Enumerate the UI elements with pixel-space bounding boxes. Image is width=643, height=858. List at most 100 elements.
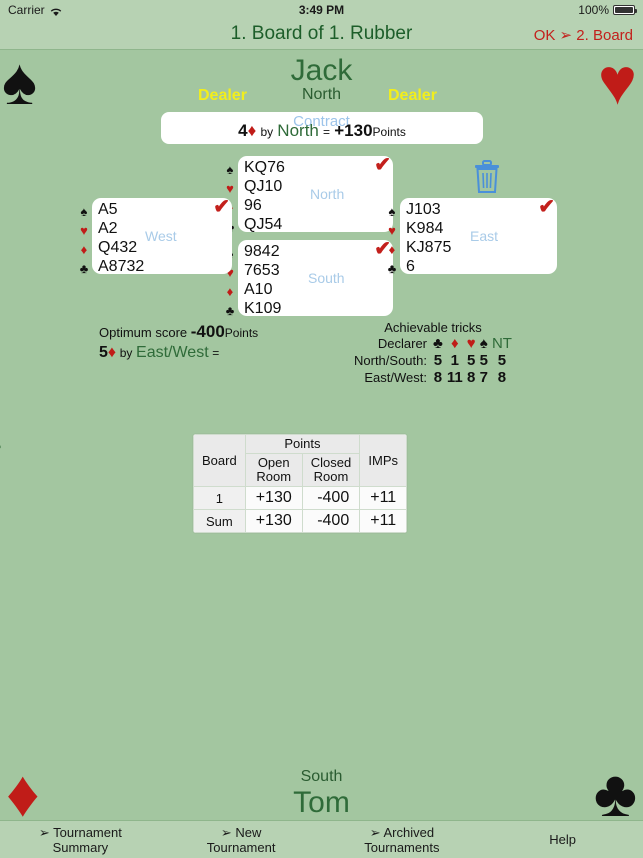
club-icon: ♣: [433, 335, 443, 352]
diamond-icon: ♦: [226, 284, 234, 299]
achievable-tricks-title: Achievable tricks: [384, 320, 482, 335]
club-icon: ♣: [79, 261, 89, 276]
contract-text: 4♦ by North = +130Points: [161, 121, 483, 141]
archived-tournaments-button[interactable]: ➢ Archived Tournaments: [322, 821, 483, 858]
table-row: 1 +130 -400 +11: [193, 486, 408, 510]
declarer-label: Declarer: [377, 336, 427, 351]
ew-spades-tricks: 7: [479, 369, 488, 386]
south-player-name[interactable]: Tom: [0, 786, 643, 820]
contract-suit-icon: ♦: [247, 121, 257, 140]
dealer-label-left: Dealer: [198, 87, 247, 104]
hand-east[interactable]: ♠ ♥ ♦ ♣ J103 K984 KJ875 6 East ✔: [388, 196, 557, 276]
row-board-1: 1: [193, 486, 246, 510]
help-button[interactable]: Help: [482, 821, 643, 858]
col-header-board: Board: [193, 434, 246, 487]
hand-east-tag: East: [470, 228, 499, 244]
optimum-score: Optimum score -400Points 5♦ by East/West…: [99, 322, 258, 362]
hand-south-spades: 9842: [244, 243, 280, 260]
heart-icon: ♥: [466, 335, 476, 352]
west-player[interactable]: West Laura: [0, 405, 6, 512]
col-header-points: Points: [244, 434, 361, 454]
col-header-closed-room: Closed Room: [301, 453, 361, 487]
hand-west-suit-icons: ♠ ♥ ♦ ♣: [76, 202, 92, 278]
hand-north-tag: North: [310, 186, 345, 202]
points-table-grid: Board Points IMPs Open Room Closed Room: [193, 434, 408, 533]
hand-south-cards: 9842 7653 A10 K109: [244, 242, 281, 318]
ns-clubs-tricks: 5: [433, 352, 443, 369]
open-room-l1: Open: [257, 455, 290, 470]
spade-icon: ♠: [80, 204, 88, 219]
optimum-suit-icon: ♦: [107, 344, 117, 361]
col-header-imps: IMPs: [359, 434, 408, 487]
hand-north-spades: KQ76: [244, 159, 285, 176]
diamond-icon: ♦: [450, 335, 459, 352]
hand-south-clubs: K109: [244, 300, 282, 317]
optimum-by-label: by: [119, 346, 133, 360]
hand-east-spades: J103: [406, 201, 441, 218]
optimum-score-row: Optimum score -400Points: [99, 322, 258, 342]
hand-north-hearts: QJ10: [244, 178, 283, 195]
navigation-bar: 1. Board of 1. Rubber OK ➢ 2. Board: [0, 20, 643, 50]
optimum-score-label: Optimum score: [99, 325, 188, 340]
heart-icon: ♥: [388, 223, 396, 238]
archived-tournaments-line1: ➢ Archived: [369, 824, 435, 840]
tournament-summary-button[interactable]: ➢ Tournament Summary: [0, 821, 161, 858]
spade-icon: ♠: [479, 335, 488, 352]
ew-nt-tricks: 8: [497, 369, 507, 386]
contract-level: 4: [238, 121, 248, 140]
ns-spades-tricks: 5: [479, 352, 488, 369]
hand-north-cards: KQ76 QJ10 96 QJ54: [244, 158, 285, 234]
table-row: North/South: 5 1 5 5 5: [352, 352, 514, 369]
diamond-icon: ♦: [388, 242, 396, 257]
battery-percent: 100%: [578, 3, 609, 17]
status-time: 3:49 PM: [298, 3, 345, 17]
table-row: Declarer ♣ ♦ ♥ ♠ NT: [352, 335, 514, 352]
closed-room-l1: Closed: [310, 455, 352, 470]
hand-east-clubs: 6: [406, 258, 415, 275]
points-table-body: 1 +130 -400 +11 Sum +130 -400 +11: [193, 486, 408, 533]
north-player-position: North: [301, 86, 342, 103]
ew-clubs-tricks: 8: [433, 369, 443, 386]
contract-declarer: North: [277, 121, 319, 140]
hand-south-diamonds: A10: [244, 281, 273, 298]
hand-west-hearts: A2: [98, 220, 118, 237]
east-player[interactable]: East Mary: [637, 405, 643, 499]
battery-icon: [613, 5, 637, 15]
status-bar: Carrier 3:49 PM 100%: [0, 0, 643, 20]
row-1-closed-room: -400: [301, 486, 361, 510]
hand-north-check-icon[interactable]: ✔: [374, 152, 391, 177]
hand-west-check-icon[interactable]: ✔: [213, 194, 230, 219]
hand-north-diamonds: 96: [244, 197, 262, 214]
hand-west-tag: West: [145, 228, 177, 244]
tournament-summary-line2: Summary: [52, 839, 109, 855]
bottom-toolbar: ➢ Tournament Summary ➢ New Tournament ➢ …: [0, 820, 643, 858]
heart-icon: ♥: [80, 223, 88, 238]
club-icon: ♣: [387, 261, 397, 276]
open-room-l2: Room: [256, 469, 292, 484]
diamond-icon: ♦: [80, 242, 88, 257]
ew-diamonds-tricks: 11: [446, 369, 463, 386]
row-1-imps: +11: [359, 486, 408, 510]
row-sum-label: Sum: [193, 509, 246, 533]
col-header-open-room: Open Room: [244, 453, 303, 487]
hand-west[interactable]: ♠ ♥ ♦ ♣ A5 A2 Q432 A8732 West ✔: [80, 196, 232, 276]
new-tournament-line2: Tournament: [206, 839, 276, 855]
contract-points: +130: [334, 121, 373, 140]
ok-next-board-button[interactable]: OK ➢ 2. Board: [534, 26, 633, 44]
points-table: Board Points IMPs Open Room Closed Room: [192, 433, 409, 534]
hand-east-check-icon[interactable]: ✔: [538, 194, 555, 219]
hand-north[interactable]: ♠ ♥ ♦ ♣ KQ76 QJ10 96 QJ54 North ✔: [226, 154, 393, 234]
optimum-equals: =: [212, 346, 220, 360]
ew-hearts-tricks: 8: [466, 369, 476, 386]
new-tournament-button[interactable]: ➢ New Tournament: [161, 821, 322, 858]
hand-east-diamonds: KJ875: [406, 239, 452, 256]
help-label: Help: [549, 832, 576, 847]
ns-diamonds-tricks: 1: [450, 352, 459, 369]
spade-icon: ♠: [226, 162, 234, 177]
hand-east-hearts: K984: [406, 220, 444, 237]
hand-south-hearts: 7653: [244, 262, 280, 279]
trash-icon[interactable]: [472, 160, 502, 199]
north-player-name[interactable]: Jack: [0, 54, 643, 88]
hand-south[interactable]: ♠ ♥ ♦ ♣ 9842 7653 A10 K109 South ✔: [226, 238, 393, 318]
points-table-head: Board Points IMPs Open Room Closed Room: [193, 434, 408, 487]
